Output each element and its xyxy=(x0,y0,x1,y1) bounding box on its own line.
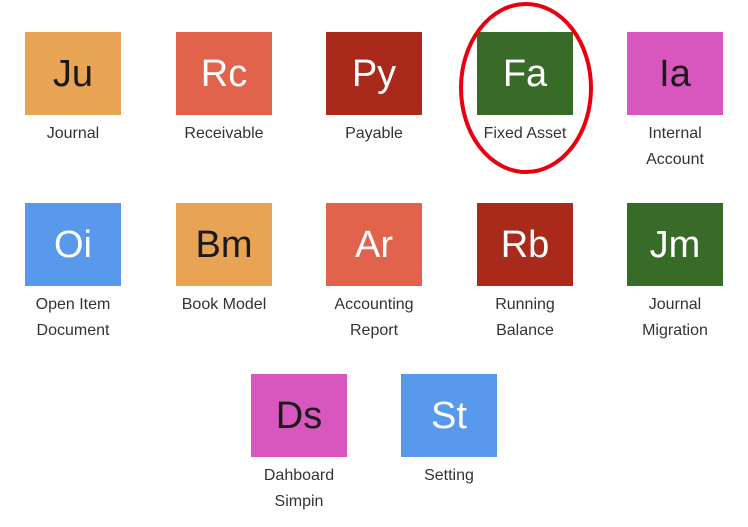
module-label-journal-migration[interactable]: Journal Migration xyxy=(610,292,740,344)
module-tile-accounting-report[interactable]: Ar xyxy=(326,203,422,286)
module-abbr: Ju xyxy=(52,52,94,95)
module-abbr: Ds xyxy=(275,394,323,437)
module-tile-open-item-document[interactable]: Oi xyxy=(25,203,121,286)
module-abbr: Fa xyxy=(502,52,548,95)
module-tile-journal-migration[interactable]: Jm xyxy=(627,203,723,286)
module-abbr: Ar xyxy=(355,223,393,266)
module-tile-dashboard-simpin[interactable]: Ds xyxy=(251,374,347,457)
module-abbr: St xyxy=(431,394,467,437)
module-tile-running-balance[interactable]: Rb xyxy=(477,203,573,286)
module-label-accounting-report[interactable]: Accounting Report xyxy=(309,292,439,344)
module-abbr: Oi xyxy=(54,223,92,266)
module-label-book-model[interactable]: Book Model xyxy=(159,292,289,318)
module-tile-journal[interactable]: Ju xyxy=(25,32,121,115)
module-abbr: Rb xyxy=(500,223,550,266)
module-abbr: Jm xyxy=(649,223,701,266)
module-tile-book-model[interactable]: Bm xyxy=(176,203,272,286)
module-label-receivable[interactable]: Receivable xyxy=(159,121,289,147)
module-label-setting[interactable]: Setting xyxy=(384,463,514,489)
module-label-open-item-document[interactable]: Open Item Document xyxy=(8,292,138,344)
module-tile-fixed-asset[interactable]: Fa xyxy=(477,32,573,115)
module-tile-setting[interactable]: St xyxy=(401,374,497,457)
module-tile-internal-account[interactable]: Ia xyxy=(627,32,723,115)
module-abbr: Bm xyxy=(195,223,253,266)
module-abbr: Py xyxy=(351,52,397,95)
module-label-fixed-asset[interactable]: Fixed Asset xyxy=(460,121,590,147)
module-label-running-balance[interactable]: Running Balance xyxy=(460,292,590,344)
module-abbr: Ia xyxy=(659,52,691,95)
module-label-dashboard-simpin[interactable]: Dahboard Simpin xyxy=(234,463,364,515)
module-label-journal[interactable]: Journal xyxy=(8,121,138,147)
module-label-payable[interactable]: Payable xyxy=(309,121,439,147)
module-tile-payable[interactable]: Py xyxy=(326,32,422,115)
module-abbr: Rc xyxy=(200,52,248,95)
module-label-internal-account[interactable]: Internal Account xyxy=(610,121,740,173)
module-tile-receivable[interactable]: Rc xyxy=(176,32,272,115)
